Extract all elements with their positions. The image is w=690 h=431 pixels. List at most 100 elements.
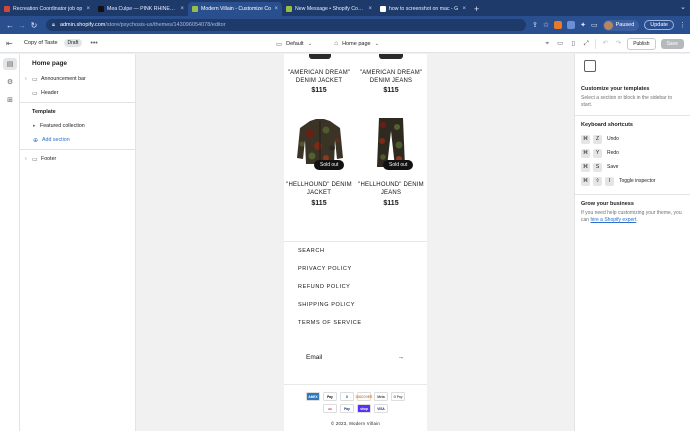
chevron-down-icon[interactable]: ⌄	[308, 41, 313, 47]
layout-icon: ▭	[32, 90, 38, 97]
footer-link-refund[interactable]: REFUND POLICY	[298, 284, 350, 290]
sidebar-toggle-icon[interactable]: ▭	[591, 21, 598, 29]
template-icon	[584, 60, 596, 72]
fullscreen-icon[interactable]: ⤢	[582, 40, 590, 48]
customize-title: Customize your templates	[581, 86, 650, 92]
divider	[595, 38, 597, 49]
payment-method-icon: Pay	[323, 392, 337, 401]
divider	[284, 384, 427, 385]
close-tab-icon[interactable]: ×	[180, 6, 184, 12]
metamask-extension-icon[interactable]	[554, 21, 563, 29]
payment-method-icon: VISA	[374, 404, 388, 413]
sidebar-item-announcement-bar[interactable]: › ▭ Announcement bar	[20, 72, 135, 86]
key-cap: ⇧	[593, 176, 602, 186]
page-select[interactable]: Home page	[342, 41, 370, 47]
footer-link-shipping[interactable]: SHIPPING POLICY	[298, 302, 355, 308]
sidebar-item-footer[interactable]: › ▭ Footer	[20, 152, 135, 166]
product-title[interactable]: "AMERICAN DREAM" DENIM JEANS	[356, 69, 426, 85]
browser-tab[interactable]: Recreation Coordinator job op ×	[0, 2, 94, 16]
sidebar-item-header[interactable]: ▭ Header	[20, 86, 135, 100]
publish-button[interactable]: Publish	[627, 37, 656, 50]
back-icon[interactable]: ←	[4, 21, 16, 30]
browser-tab-strip: Recreation Coordinator job op × Mea Culpe …	[0, 0, 690, 16]
app-embeds-icon[interactable]: ⊞	[3, 94, 17, 106]
customize-text: Select a section or block in the sidebar…	[581, 95, 673, 108]
layout-icon: ▭	[32, 156, 38, 163]
punct: .	[636, 217, 638, 223]
address-bar[interactable]: 🔒︎ admin.shopify.com/store/psychosis-us/…	[46, 19, 526, 31]
profile-status: Paused	[615, 22, 635, 28]
tab-title: Modern Villain - Customize Co	[201, 6, 271, 12]
left-rail: ▤ ⚙ ⊞	[0, 54, 20, 431]
share-icon[interactable]: ⇪	[532, 21, 538, 29]
footer-link-privacy[interactable]: PRIVACY POLICY	[298, 266, 352, 272]
menu-kebab-icon[interactable]: ⋮	[679, 21, 686, 29]
save-button[interactable]: Save	[660, 38, 684, 49]
key-cap: I	[605, 176, 614, 186]
redo-icon[interactable]: ↷	[614, 40, 622, 48]
profile-button[interactable]: Paused	[602, 19, 640, 31]
plus-circle-icon: ⊕	[33, 137, 39, 144]
favicon-icon	[98, 6, 104, 12]
key-cap: ⌘	[581, 148, 590, 158]
new-tab-button[interactable]: +	[474, 4, 479, 14]
browser-tab[interactable]: Modern Villain - Customize Co ×	[188, 2, 282, 16]
exit-icon[interactable]: ⇤	[6, 39, 16, 48]
product-image-fragment	[309, 54, 331, 59]
payment-method-icon: Pay	[340, 404, 354, 413]
product-title[interactable]: "HELLHOUND" DENIM JEANS	[356, 181, 426, 197]
chevron-down-icon[interactable]: ⌄	[375, 41, 380, 47]
reload-icon[interactable]: ↻	[28, 21, 40, 30]
browser-toolbar: ← → ↻ 🔒︎ admin.shopify.com/store/psychos…	[0, 16, 690, 34]
sections-icon[interactable]: ▤	[3, 58, 17, 70]
footer-link-search[interactable]: SEARCH	[298, 248, 325, 254]
close-tab-icon[interactable]: ×	[462, 6, 466, 12]
undo-icon[interactable]: ↶	[601, 40, 609, 48]
sidebar-item-featured-collection[interactable]: ▸ Featured collection	[20, 119, 135, 133]
extension-icon[interactable]	[567, 21, 576, 29]
shortcuts-title: Keyboard shortcuts	[581, 122, 633, 128]
layout-icon: ▭	[32, 76, 38, 83]
template-heading: Template	[32, 109, 56, 115]
tab-search-icon[interactable]: ⌄	[680, 3, 686, 11]
mobile-preview-icon[interactable]: ▯	[569, 40, 577, 48]
sidebar-item-label: Header	[41, 90, 59, 96]
close-tab-icon[interactable]: ×	[274, 6, 278, 12]
key-cap: S	[593, 162, 602, 172]
browser-tab[interactable]: how to screenshot on mac - G ×	[376, 2, 470, 16]
browser-tab[interactable]: New Message • Shopify Comm ×	[282, 2, 376, 16]
lock-icon: 🔒︎	[52, 21, 55, 28]
update-button[interactable]: Update	[644, 20, 674, 30]
key-cap: Y	[593, 148, 602, 158]
product-title[interactable]: "AMERICAN DREAM" DENIM JACKET	[284, 69, 354, 85]
key-cap: ⌘	[581, 176, 590, 186]
bookmark-star-icon[interactable]: ☆	[543, 21, 549, 29]
product-title[interactable]: "HELLHOUND" DENIM JACKET	[284, 181, 354, 197]
tab-title: how to screenshot on mac - G	[389, 6, 459, 12]
add-section-button[interactable]: ⊕ Add section	[20, 133, 135, 147]
storefront-preview[interactable]: "AMERICAN DREAM" DENIM JACKET $115 "AMER…	[284, 54, 427, 431]
tab-title: New Message • Shopify Comm	[295, 6, 366, 12]
inspector-icon[interactable]: ⌖	[543, 40, 551, 48]
more-actions-button[interactable]: •••	[90, 40, 97, 47]
sections-sidebar: Home page › ▭ Announcement bar ▭ Header …	[20, 54, 136, 431]
arrow-right-icon[interactable]: →	[398, 354, 405, 361]
hire-expert-link[interactable]: hire a Shopify expert	[590, 217, 636, 223]
footer-link-terms[interactable]: TERMS OF SERVICE	[298, 320, 362, 326]
browser-tab[interactable]: Mea Culpe — PINK RHINESTON ×	[94, 2, 188, 16]
close-tab-icon[interactable]: ×	[86, 6, 90, 12]
chevron-right-icon[interactable]: ›	[25, 156, 32, 162]
desktop-preview-icon[interactable]: ▭	[556, 40, 564, 48]
shortcut-row: ⌘ Y Redo	[581, 146, 684, 160]
sidebar-item-label: Footer	[41, 156, 57, 162]
chevron-right-icon[interactable]: ▸	[33, 123, 40, 129]
editor-header: ⇤ Copy of Taste Draft ••• ▭ Default ⌄ ⌂ …	[0, 34, 690, 53]
forward-icon[interactable]: →	[16, 21, 28, 30]
newsletter-email-field[interactable]: Email →	[306, 354, 404, 361]
device-select[interactable]: Default	[286, 41, 303, 47]
theme-settings-icon[interactable]: ⚙	[3, 76, 17, 88]
chevron-right-icon[interactable]: ›	[25, 76, 32, 82]
close-tab-icon[interactable]: ×	[368, 6, 372, 12]
extensions-puzzle-icon[interactable]: ✦	[580, 21, 586, 29]
shortcut-label: Save	[607, 164, 619, 170]
